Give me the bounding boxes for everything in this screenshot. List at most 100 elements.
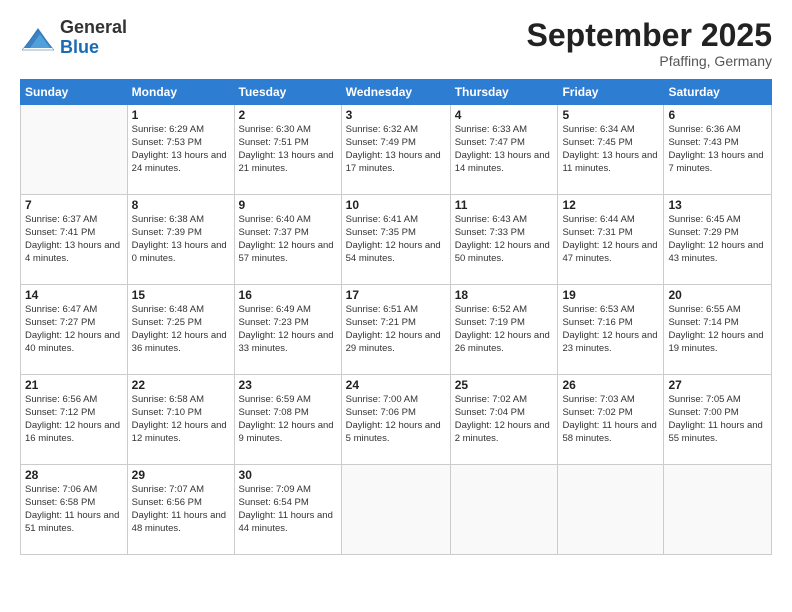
day-number: 26 xyxy=(562,378,659,392)
calendar-cell: 28 Sunrise: 7:06 AM Sunset: 6:58 PM Dayli… xyxy=(21,465,128,555)
day-number: 2 xyxy=(239,108,337,122)
calendar-cell: 2 Sunrise: 6:30 AM Sunset: 7:51 PM Daylig… xyxy=(234,105,341,195)
calendar-cell: 26Sunrise: 7:03 AM Sunset: 7:02 PM Dayli… xyxy=(558,375,664,465)
calendar-week-row: 7Sunrise: 6:37 AM Sunset: 7:41 PM Daylig… xyxy=(21,195,772,285)
month-title: September 2025 xyxy=(527,18,772,53)
calendar-cell: 11Sunrise: 6:43 AM Sunset: 7:33 PM Dayli… xyxy=(450,195,558,285)
header-sunday: Sunday xyxy=(21,80,128,105)
calendar-cell: 24 Sunrise: 7:00 AM Sunset: 7:06 PM Dayli… xyxy=(341,375,450,465)
calendar-cell: 23 Sunrise: 6:59 AM Sunset: 7:08 PM Dayli… xyxy=(234,375,341,465)
day-info: Sunrise: 6:45 AM Sunset: 7:29 PM Dayligh… xyxy=(668,214,767,265)
day-number: 25 xyxy=(455,378,554,392)
logo-blue: Blue xyxy=(60,38,127,58)
day-number: 12 xyxy=(562,198,659,212)
day-info: Sunrise: 7:09 AM Sunset: 6:54 PM Dayligh… xyxy=(239,484,337,535)
header-friday: Friday xyxy=(558,80,664,105)
calendar-cell: 9 Sunrise: 6:40 AM Sunset: 7:37 PM Daylig… xyxy=(234,195,341,285)
day-info: Sunrise: 6:40 AM Sunset: 7:37 PM Dayligh… xyxy=(239,214,337,265)
day-number: 16 xyxy=(239,288,337,302)
calendar-cell xyxy=(341,465,450,555)
day-number: 14 xyxy=(25,288,123,302)
day-info: Sunrise: 6:48 AM Sunset: 7:25 PM Dayligh… xyxy=(132,304,230,355)
day-info: Sunrise: 6:59 AM Sunset: 7:08 PM Dayligh… xyxy=(239,394,337,445)
day-number: 9 xyxy=(239,198,337,212)
page-header: General Blue September 2025 Pfaffing, Ge… xyxy=(20,18,772,69)
calendar-cell: 20 Sunrise: 6:55 AM Sunset: 7:14 PM Dayli… xyxy=(664,285,772,375)
calendar-cell: 29Sunrise: 7:07 AM Sunset: 6:56 PM Dayli… xyxy=(127,465,234,555)
calendar-cell: 4 Sunrise: 6:33 AM Sunset: 7:47 PM Daylig… xyxy=(450,105,558,195)
day-info: Sunrise: 6:43 AM Sunset: 7:33 PM Dayligh… xyxy=(455,214,554,265)
calendar-cell: 8Sunrise: 6:38 AM Sunset: 7:39 PM Daylig… xyxy=(127,195,234,285)
day-info: Sunrise: 7:05 AM Sunset: 7:00 PM Dayligh… xyxy=(668,394,767,445)
calendar-cell: 21Sunrise: 6:56 AM Sunset: 7:12 PM Dayli… xyxy=(21,375,128,465)
calendar-week-row: 28 Sunrise: 7:06 AM Sunset: 6:58 PM Dayli… xyxy=(21,465,772,555)
calendar-cell: 10 Sunrise: 6:41 AM Sunset: 7:35 PM Dayli… xyxy=(341,195,450,285)
header-thursday: Thursday xyxy=(450,80,558,105)
calendar-cell: 12 Sunrise: 6:44 AM Sunset: 7:31 PM Dayli… xyxy=(558,195,664,285)
calendar-cell xyxy=(450,465,558,555)
day-info: Sunrise: 6:41 AM Sunset: 7:35 PM Dayligh… xyxy=(346,214,446,265)
logo-icon xyxy=(20,20,56,56)
calendar-cell: 7Sunrise: 6:37 AM Sunset: 7:41 PM Daylig… xyxy=(21,195,128,285)
weekday-header-row: Sunday Monday Tuesday Wednesday Thursday… xyxy=(21,80,772,105)
day-info: Sunrise: 6:36 AM Sunset: 7:43 PM Dayligh… xyxy=(668,124,767,175)
day-number: 24 xyxy=(346,378,446,392)
header-monday: Monday xyxy=(127,80,234,105)
calendar-cell: 25 Sunrise: 7:02 AM Sunset: 7:04 PM Dayli… xyxy=(450,375,558,465)
day-info: Sunrise: 6:52 AM Sunset: 7:19 PM Dayligh… xyxy=(455,304,554,355)
day-number: 1 xyxy=(132,108,230,122)
calendar-week-row: 21Sunrise: 6:56 AM Sunset: 7:12 PM Dayli… xyxy=(21,375,772,465)
day-info: Sunrise: 6:33 AM Sunset: 7:47 PM Dayligh… xyxy=(455,124,554,175)
calendar-week-row: 1 Sunrise: 6:29 AM Sunset: 7:53 PM Daylig… xyxy=(21,105,772,195)
day-number: 20 xyxy=(668,288,767,302)
day-info: Sunrise: 6:37 AM Sunset: 7:41 PM Dayligh… xyxy=(25,214,123,265)
day-number: 28 xyxy=(25,468,123,482)
location: Pfaffing, Germany xyxy=(527,53,772,69)
day-info: Sunrise: 6:38 AM Sunset: 7:39 PM Dayligh… xyxy=(132,214,230,265)
day-info: Sunrise: 6:55 AM Sunset: 7:14 PM Dayligh… xyxy=(668,304,767,355)
day-info: Sunrise: 6:53 AM Sunset: 7:16 PM Dayligh… xyxy=(562,304,659,355)
calendar-cell xyxy=(664,465,772,555)
calendar-cell: 19 Sunrise: 6:53 AM Sunset: 7:16 PM Dayli… xyxy=(558,285,664,375)
header-tuesday: Tuesday xyxy=(234,80,341,105)
calendar-cell: 3Sunrise: 6:32 AM Sunset: 7:49 PM Daylig… xyxy=(341,105,450,195)
calendar-cell: 30Sunrise: 7:09 AM Sunset: 6:54 PM Dayli… xyxy=(234,465,341,555)
calendar-cell: 6 Sunrise: 6:36 AM Sunset: 7:43 PM Daylig… xyxy=(664,105,772,195)
day-info: Sunrise: 7:00 AM Sunset: 7:06 PM Dayligh… xyxy=(346,394,446,445)
calendar-cell: 18 Sunrise: 6:52 AM Sunset: 7:19 PM Dayli… xyxy=(450,285,558,375)
day-info: Sunrise: 6:30 AM Sunset: 7:51 PM Dayligh… xyxy=(239,124,337,175)
day-info: Sunrise: 6:47 AM Sunset: 7:27 PM Dayligh… xyxy=(25,304,123,355)
calendar-cell: 16 Sunrise: 6:49 AM Sunset: 7:23 PM Dayli… xyxy=(234,285,341,375)
day-number: 17 xyxy=(346,288,446,302)
day-number: 10 xyxy=(346,198,446,212)
day-number: 6 xyxy=(668,108,767,122)
calendar-cell: 14 Sunrise: 6:47 AM Sunset: 7:27 PM Dayli… xyxy=(21,285,128,375)
day-number: 27 xyxy=(668,378,767,392)
calendar-cell: 13 Sunrise: 6:45 AM Sunset: 7:29 PM Dayli… xyxy=(664,195,772,285)
day-number: 4 xyxy=(455,108,554,122)
calendar-cell: 15Sunrise: 6:48 AM Sunset: 7:25 PM Dayli… xyxy=(127,285,234,375)
day-number: 19 xyxy=(562,288,659,302)
day-info: Sunrise: 7:02 AM Sunset: 7:04 PM Dayligh… xyxy=(455,394,554,445)
day-info: Sunrise: 6:44 AM Sunset: 7:31 PM Dayligh… xyxy=(562,214,659,265)
day-info: Sunrise: 6:58 AM Sunset: 7:10 PM Dayligh… xyxy=(132,394,230,445)
logo-general: General xyxy=(60,18,127,38)
day-number: 23 xyxy=(239,378,337,392)
day-number: 18 xyxy=(455,288,554,302)
day-info: Sunrise: 7:06 AM Sunset: 6:58 PM Dayligh… xyxy=(25,484,123,535)
day-info: Sunrise: 6:51 AM Sunset: 7:21 PM Dayligh… xyxy=(346,304,446,355)
calendar-cell: 1 Sunrise: 6:29 AM Sunset: 7:53 PM Daylig… xyxy=(127,105,234,195)
logo: General Blue xyxy=(20,18,127,58)
day-number: 13 xyxy=(668,198,767,212)
header-wednesday: Wednesday xyxy=(341,80,450,105)
logo-text: General Blue xyxy=(60,18,127,58)
day-info: Sunrise: 6:34 AM Sunset: 7:45 PM Dayligh… xyxy=(562,124,659,175)
calendar-cell: 22Sunrise: 6:58 AM Sunset: 7:10 PM Dayli… xyxy=(127,375,234,465)
day-info: Sunrise: 6:49 AM Sunset: 7:23 PM Dayligh… xyxy=(239,304,337,355)
day-info: Sunrise: 6:29 AM Sunset: 7:53 PM Dayligh… xyxy=(132,124,230,175)
calendar-cell xyxy=(21,105,128,195)
calendar-cell: 27 Sunrise: 7:05 AM Sunset: 7:00 PM Dayli… xyxy=(664,375,772,465)
calendar-cell: 17 Sunrise: 6:51 AM Sunset: 7:21 PM Dayli… xyxy=(341,285,450,375)
day-number: 21 xyxy=(25,378,123,392)
title-block: September 2025 Pfaffing, Germany xyxy=(527,18,772,69)
